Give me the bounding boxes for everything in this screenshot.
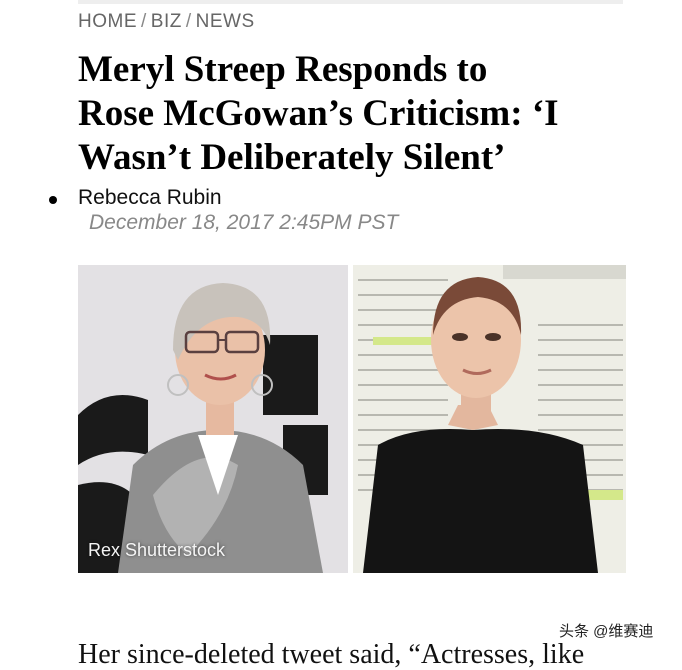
photo-credit: Rex Shutterstock [88,540,226,560]
breadcrumb-home[interactable]: HOME [78,11,137,32]
photo-rose-mcgowan [353,265,626,573]
article-headline: Meryl Streep Responds to Rose McGowan’s … [78,48,658,180]
photo-rose-mcgowan-illustration [353,265,626,573]
breadcrumb-separator: / [141,11,147,32]
author-name[interactable]: Rebecca Rubin [78,186,222,210]
breadcrumb-biz[interactable]: BIZ [151,11,182,32]
watermark: 头条 @维赛迪 [559,623,654,640]
top-divider [78,0,623,4]
publish-date: December 18, 2017 2:45PM PST [89,211,399,234]
headline-line: Wasn’t Deliberately Silent’ [78,137,506,178]
breadcrumb-news[interactable]: NEWS [196,11,255,32]
headline-line: Rose McGowan’s Criticism: ‘I [78,93,559,134]
headline-line: Meryl Streep Responds to [78,49,488,90]
breadcrumb: HOME / BIZ / NEWS [78,11,255,33]
breadcrumb-separator: / [185,11,192,32]
author-bullet [49,196,57,204]
photo-meryl-streep [78,265,348,573]
article-body-first-line: Her since-deleted tweet said, “Actresses… [78,639,585,670]
photo-meryl-streep-illustration [78,265,348,573]
